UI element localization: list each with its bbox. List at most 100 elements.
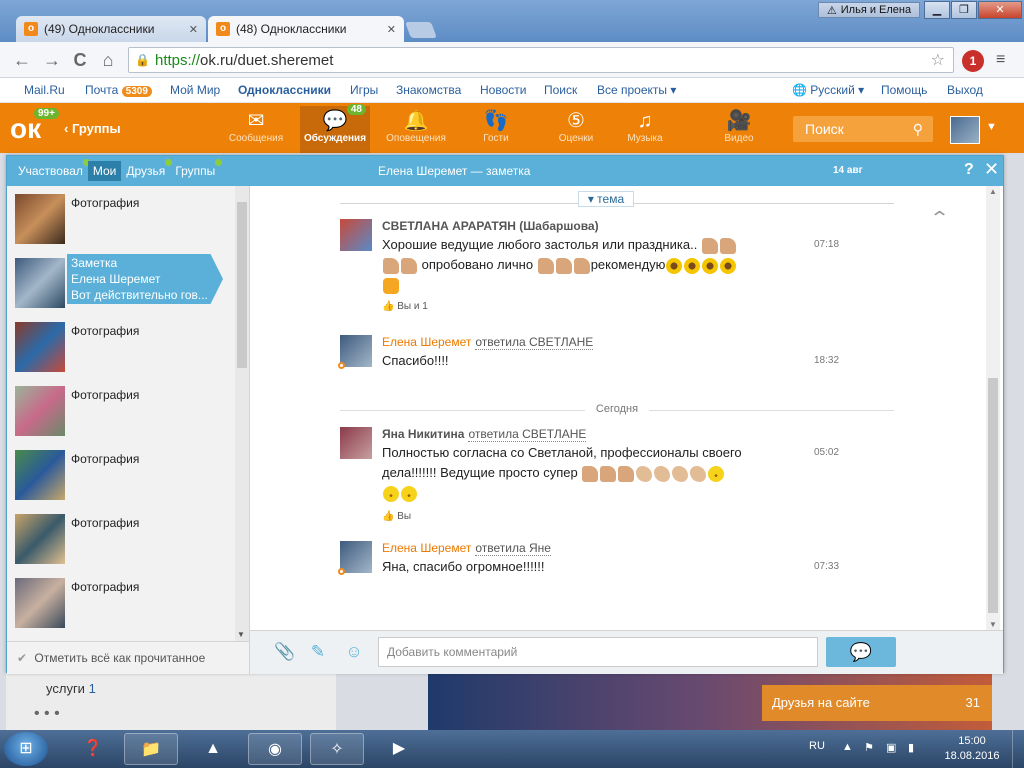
minimize-button[interactable]: ▁ <box>924 1 950 19</box>
groups-back-link[interactable]: ‹ Группы <box>64 121 121 136</box>
tray-device-icon[interactable]: ▣ <box>886 741 900 755</box>
comment-likes[interactable]: 👍 Вы <box>382 511 411 522</box>
moimir-link[interactable]: Мой Мир <box>170 83 220 97</box>
taskbar-app-media[interactable]: ✧ <box>310 733 364 765</box>
nav-messages[interactable]: ✉ Сообщения <box>221 109 291 151</box>
search-link[interactable]: Поиск <box>544 83 577 97</box>
network-icon[interactable]: ▮ <box>908 741 922 755</box>
chevron-down-icon[interactable]: ▼ <box>986 121 997 133</box>
language-link[interactable]: 🌐 Русский ▾ <box>792 83 864 97</box>
reply-to-link[interactable]: ответила СВЕТЛАНЕ <box>468 427 587 442</box>
back-icon[interactable]: ← <box>12 50 32 70</box>
taskbar-app-help[interactable]: ❓ <box>66 733 120 765</box>
close-tab-icon[interactable]: ✕ <box>189 23 198 36</box>
scrollbar-thumb[interactable] <box>988 378 998 613</box>
home-icon[interactable]: ⌂ <box>98 50 118 70</box>
help-link[interactable]: Помощь <box>881 83 927 97</box>
scroll-down-icon[interactable]: ▼ <box>237 630 245 639</box>
avatar[interactable] <box>340 427 372 459</box>
menu-icon[interactable]: ≡ <box>996 52 1012 68</box>
scrollbar-thumb[interactable] <box>237 202 247 368</box>
nav-notifications[interactable]: 🔔 Оповещения <box>381 109 451 151</box>
avatar[interactable] <box>340 219 372 251</box>
tab-participated[interactable]: Участвовал <box>13 159 90 181</box>
start-button[interactable]: ⊞ <box>4 732 48 766</box>
attach-paperclip-icon[interactable]: 📎 <box>274 642 295 662</box>
list-scrollbar[interactable]: ▼ <box>235 186 249 641</box>
scroll-up-icon[interactable]: ▲ <box>989 187 997 196</box>
scroll-down-icon[interactable]: ▼ <box>989 620 997 629</box>
tab-odnoklassniki-48[interactable]: о (48) Одноклассники ✕ <box>208 16 404 42</box>
comment-input[interactable] <box>378 637 818 667</box>
send-comment-button[interactable]: 💬 <box>826 637 896 667</box>
input-language[interactable]: RU <box>809 740 825 752</box>
taskbar-app-player[interactable]: ▶ <box>372 733 426 765</box>
tab-mine[interactable]: Мои <box>87 161 122 181</box>
topic-toggle-button[interactable]: ▾ тема <box>578 191 634 207</box>
search-icon[interactable]: ⚲ <box>913 116 923 142</box>
comment-author[interactable]: Елена Шеремет ответила Яне <box>382 541 551 556</box>
thread-title[interactable]: Елена Шеремет — заметка <box>378 164 530 178</box>
smiley-icon <box>383 485 399 502</box>
clock[interactable]: 15:00 18.08.2016 <box>938 734 1006 764</box>
extension-icon[interactable]: 1 <box>962 50 984 72</box>
taskbar-app-explorer[interactable]: 📁 <box>124 733 178 765</box>
logout-link[interactable]: Выход <box>947 83 983 97</box>
avatar[interactable] <box>338 335 372 369</box>
new-tab-button[interactable] <box>405 22 437 38</box>
maximize-button[interactable]: ❐ <box>951 1 977 19</box>
list-item[interactable]: Фотография <box>7 378 235 442</box>
news-link[interactable]: Новости <box>480 83 526 97</box>
help-icon[interactable]: ? <box>964 161 974 179</box>
tray-arrow-icon[interactable]: ▲ <box>842 741 856 755</box>
pencil-icon[interactable]: ✎ <box>308 642 328 662</box>
all-projects-link[interactable]: Все проекты ▾ <box>597 83 676 97</box>
tab-friends[interactable]: Друзья <box>121 159 173 181</box>
nav-guests[interactable]: 👣 Гости <box>461 109 531 151</box>
close-window-button[interactable]: ✕ <box>978 1 1022 19</box>
avatar[interactable] <box>338 541 372 575</box>
mark-all-read-button[interactable]: ✔ Отметить всё как прочитанное <box>7 641 250 674</box>
mail-link[interactable]: Почта 5309 <box>85 83 152 97</box>
close-icon[interactable]: ✕ <box>984 159 999 180</box>
comment-author[interactable]: СВЕТЛАНА АРАРАТЯН (Шабаршова) <box>382 219 599 233</box>
ok-link[interactable]: Одноклассники <box>238 83 331 97</box>
address-bar[interactable]: 🔒 https:// ok.ru/duet.sheremet ☆ <box>128 47 954 73</box>
ok-search-input[interactable]: Поиск ⚲ <box>793 116 933 142</box>
nav-video[interactable]: 🎥 Видео <box>704 109 774 151</box>
nav-discussions[interactable]: 💬 Обсуждения 48 <box>300 104 370 153</box>
comment-author[interactable]: Яна Никитина ответила СВЕТЛАНЕ <box>382 427 587 442</box>
reply-to-link[interactable]: ответила Яне <box>475 541 551 556</box>
list-item[interactable]: Фотография <box>7 442 235 506</box>
reply-to-link[interactable]: ответила СВЕТЛАНЕ <box>475 335 594 350</box>
list-item[interactable]: Фотография <box>7 506 235 570</box>
nav-ratings[interactable]: ⑤ Оценки <box>541 109 611 151</box>
nav-music[interactable]: ♫ Музыка <box>610 109 680 151</box>
list-item[interactable]: Фотография <box>7 314 235 378</box>
tab-groups[interactable]: Группы <box>170 159 223 181</box>
media-app-icon: ✧ <box>330 741 344 758</box>
user-avatar[interactable] <box>950 116 980 144</box>
list-item[interactable]: Фотография <box>7 186 235 250</box>
reload-icon[interactable]: C <box>70 50 90 70</box>
list-item-selected[interactable]: Заметка Елена Шеремет Вот действительно … <box>7 250 235 314</box>
tab-odnoklassniki-49[interactable]: о (49) Одноклассники ✕ <box>16 16 206 42</box>
taskbar-app-archicad[interactable]: ▲ <box>186 733 240 765</box>
tray-flag-icon[interactable]: ⚑ <box>864 741 878 755</box>
games-link[interactable]: Игры <box>350 83 378 97</box>
dating-link[interactable]: Знакомства <box>396 83 461 97</box>
mailru-link[interactable]: Mail.Ru <box>24 83 65 97</box>
bookmark-star-icon[interactable]: ☆ <box>931 50 945 70</box>
show-desktop-button[interactable] <box>1012 730 1024 768</box>
emoji-smiley-icon[interactable]: ☺ <box>344 642 364 662</box>
comment-author[interactable]: Елена Шеремет ответила СВЕТЛАНЕ <box>382 335 594 350</box>
friends-online-block[interactable]: Друзья на сайте 31 <box>762 685 992 721</box>
comment-likes[interactable]: 👍 Вы и 1 <box>382 301 428 312</box>
taskbar-app-chrome[interactable]: ◉ <box>248 733 302 765</box>
list-item[interactable]: Фотография <box>7 570 235 634</box>
forward-icon[interactable]: → <box>42 50 62 70</box>
profile-badge[interactable]: ⚠ Илья и Елена <box>818 2 920 18</box>
close-tab-icon[interactable]: ✕ <box>387 23 396 36</box>
chevron-up-icon[interactable]: ⌃ <box>929 208 950 229</box>
thread-scrollbar[interactable]: ▲ ▼ <box>986 186 1000 630</box>
